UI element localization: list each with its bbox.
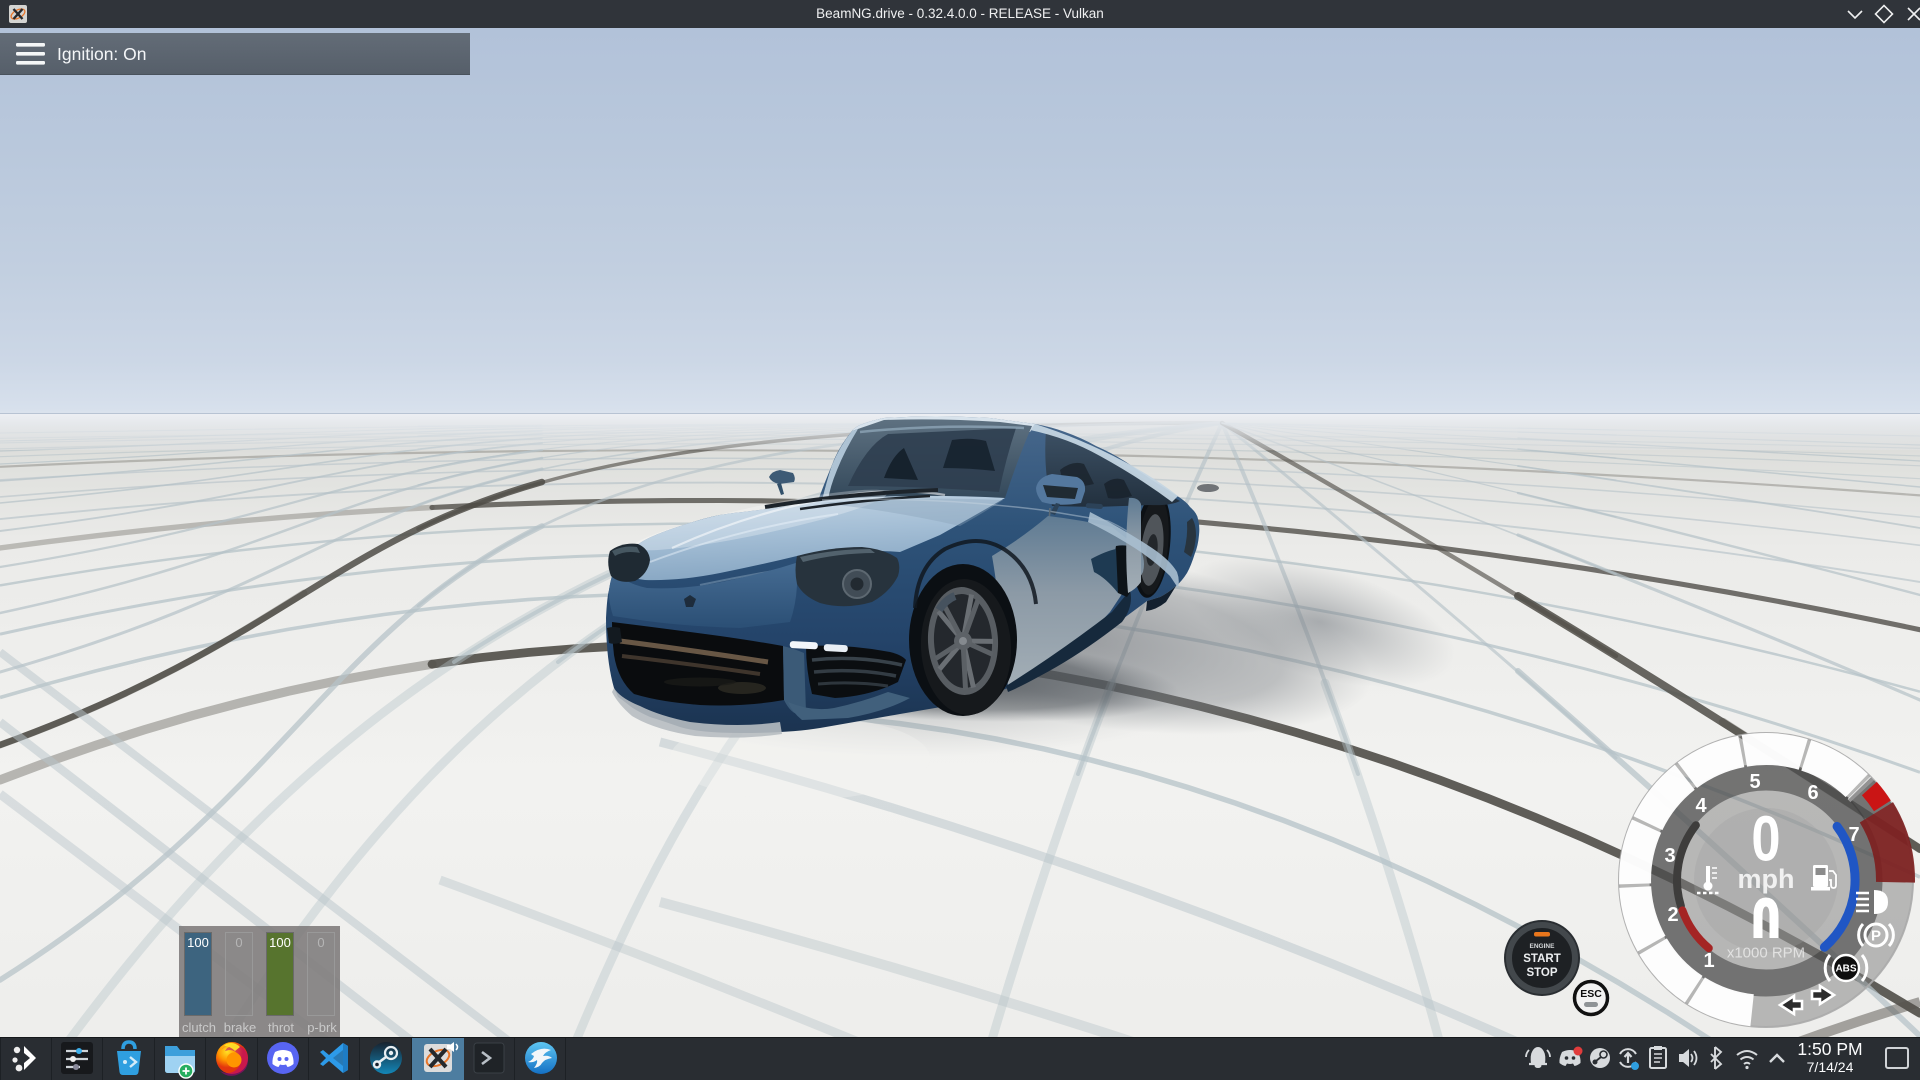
- svg-text:2: 2: [1667, 904, 1678, 926]
- svg-text:ENGINE: ENGINE: [1530, 943, 1556, 950]
- svg-text:4: 4: [1695, 795, 1707, 817]
- svg-text:7/14/24: 7/14/24: [1807, 1059, 1854, 1075]
- svg-text:ABS: ABS: [1835, 964, 1856, 975]
- svg-text:mph: mph: [1738, 864, 1795, 894]
- svg-text:START: START: [1523, 953, 1560, 965]
- svg-text:STOP: STOP: [1526, 967, 1557, 979]
- svg-text:5: 5: [1749, 771, 1760, 793]
- svg-text:3: 3: [1664, 845, 1675, 867]
- svg-text:x1000 RPM: x1000 RPM: [1727, 945, 1805, 962]
- svg-text:P: P: [1871, 928, 1881, 945]
- svg-text:1:50 PM: 1:50 PM: [1797, 1039, 1862, 1059]
- svg-text:ESC: ESC: [1580, 988, 1602, 1000]
- svg-text:6: 6: [1807, 782, 1818, 804]
- svg-text:1: 1: [1703, 950, 1714, 972]
